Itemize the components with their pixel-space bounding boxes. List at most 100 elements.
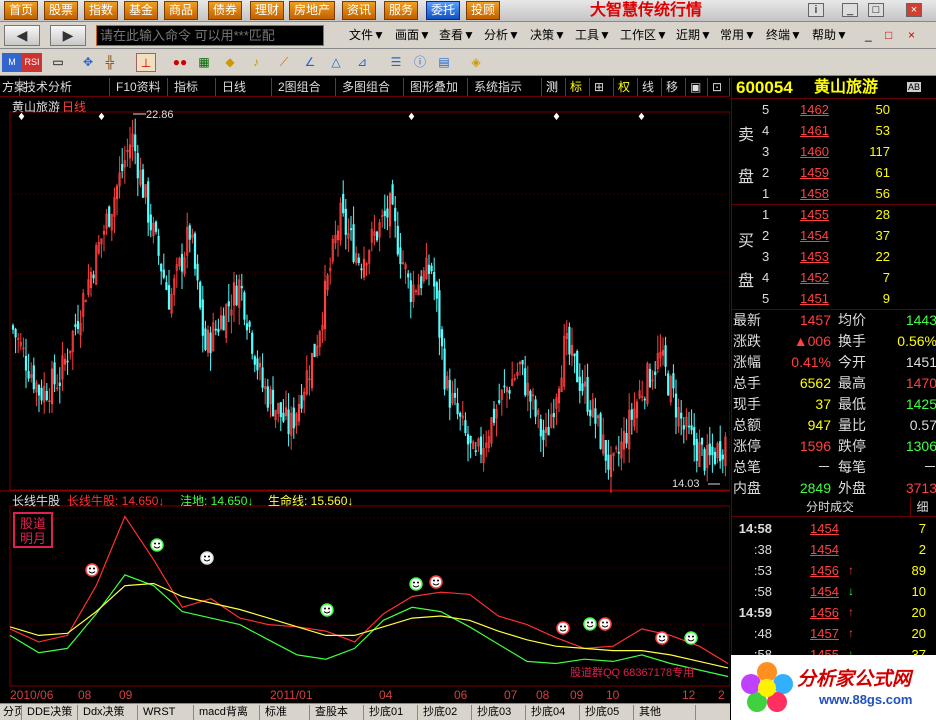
maximize-button[interactable]: □ <box>868 3 884 17</box>
inner-minimize-button[interactable]: _ <box>865 28 872 43</box>
stock-name: 黄山旅游 <box>814 79 879 96</box>
chart-icon[interactable]: ▤ <box>434 53 454 72</box>
tab-box[interactable]: ▣ <box>688 78 708 96</box>
toolbar-menu-item[interactable]: 工作区▼ <box>620 28 668 43</box>
order-book-row[interactable]: 2 1459 61 <box>732 162 932 183</box>
diamond-icon[interactable]: ◆ <box>220 53 240 72</box>
info-icon[interactable]: i <box>808 3 824 17</box>
bottom-tab[interactable]: 抄底02 <box>420 705 472 720</box>
toolbar-menu-item[interactable]: 终端▼ <box>766 28 802 43</box>
angle-icon[interactable]: ∠ <box>300 53 320 72</box>
list-icon[interactable]: ☰ <box>386 53 406 72</box>
grid-icon[interactable]: ▦ <box>194 53 214 72</box>
bottom-tab[interactable]: 分页 <box>0 705 22 720</box>
tab-system[interactable]: 系统指示 <box>472 78 542 96</box>
top-menu-button[interactable]: 理财 <box>250 1 285 20</box>
inner-close-button[interactable]: × <box>908 28 915 43</box>
bell-icon[interactable]: ♪ <box>246 53 266 72</box>
bottom-tab[interactable]: 抄底01 <box>366 705 418 720</box>
top-menu-button[interactable]: 服务 <box>384 1 419 20</box>
toolbar-menu-item[interactable]: 工具▼ <box>575 28 611 43</box>
tab-f10[interactable]: F10资料 <box>114 78 168 96</box>
tab-test[interactable]: 测 <box>544 78 566 96</box>
top-menu-button[interactable]: 股票 <box>44 1 79 20</box>
top-menu-button[interactable]: 委托 <box>426 1 461 20</box>
help-icon[interactable]: ◈ <box>466 53 486 72</box>
back-button[interactable]: ◀ <box>4 25 40 46</box>
top-menu-button[interactable]: 商品 <box>164 1 199 20</box>
smiley-eye <box>324 607 326 610</box>
order-book-row[interactable]: 5 1451 9 <box>732 288 932 309</box>
tab-daily[interactable]: 日线 <box>220 78 272 96</box>
tab-move[interactable]: 移 <box>664 78 686 96</box>
forward-button[interactable]: ▶ <box>50 25 86 46</box>
order-book-row[interactable]: 1 1455 28 <box>732 204 932 225</box>
inner-restore-button[interactable]: □ <box>885 28 892 43</box>
top-menu-button[interactable]: 指数 <box>84 1 119 20</box>
ab-badge: AB <box>907 82 922 92</box>
bottom-tab[interactable]: 抄底03 <box>474 705 526 720</box>
order-book-row[interactable]: 4 1461 53 <box>732 120 932 141</box>
tab-mark[interactable]: 标 <box>568 78 590 96</box>
candle-body <box>253 356 256 365</box>
bottom-tab[interactable]: DDE决策 <box>24 705 78 720</box>
bottom-tab[interactable]: macd背离 <box>196 705 260 720</box>
bottom-tab[interactable]: 标准 <box>262 705 310 720</box>
crosshair-icon[interactable]: ✥ <box>78 53 98 72</box>
bottom-tab[interactable]: 其他 <box>636 705 696 720</box>
candle-body <box>435 282 438 299</box>
kline-chart[interactable]: ♦ ♦ ♦ ♦ ♦ 黄山旅游 日线 22.86 14.03 长线牛股 长线牛股: 14.… <box>0 98 731 688</box>
toolbar-menu-item[interactable]: 文件▼ <box>349 28 385 43</box>
order-price: 1454 <box>800 228 829 243</box>
top-menu-button[interactable]: 首页 <box>4 1 39 20</box>
order-book-row[interactable]: 4 1452 7 <box>732 267 932 288</box>
toolbar-menu-item[interactable]: 画面▼ <box>395 28 431 43</box>
order-book-row[interactable]: 1 1458 56 <box>732 183 932 204</box>
tab-tech-analysis[interactable]: 技术分析 <box>22 78 110 96</box>
tab-grid[interactable]: ⊞ <box>592 78 614 96</box>
tab-rights[interactable]: 权 <box>616 78 638 96</box>
triangle-icon[interactable]: △ <box>326 53 346 72</box>
ruler-icon[interactable]: ⊿ <box>352 53 372 72</box>
top-menu-button[interactable]: 资讯 <box>342 1 377 20</box>
tab-line[interactable]: 线 <box>640 78 662 96</box>
tab-multi-chart[interactable]: 多图组合 <box>340 78 404 96</box>
order-book-row[interactable]: 3 1460 117 <box>732 141 932 162</box>
window-icon[interactable]: ▭ <box>48 53 68 72</box>
top-menu-button[interactable]: 投顾 <box>466 1 501 20</box>
command-input[interactable]: 请在此输入命令 可以用***匹配 <box>96 25 324 46</box>
top-menu-button[interactable]: 基金 <box>124 1 159 20</box>
top-menu-button[interactable]: 房地产 <box>289 1 336 20</box>
date-label: 12 <box>682 688 696 702</box>
toolbar-menu-item[interactable]: 查看▼ <box>439 28 475 43</box>
order-book-row[interactable]: 2 1454 37 <box>732 225 932 246</box>
tab-two-chart[interactable]: 2图组合 <box>276 78 336 96</box>
toolbar-menu-item[interactable]: 常用▼ <box>720 28 756 43</box>
info-box-icon[interactable]: ⓘ <box>410 53 430 72</box>
pin-icon[interactable]: ⊥ <box>136 53 156 72</box>
tab-overlay[interactable]: 图形叠加 <box>408 78 468 96</box>
toolbar-menu-item[interactable]: 帮助▼ <box>812 28 848 43</box>
tab-indicator[interactable]: 指标 <box>172 78 216 96</box>
bottom-tab[interactable]: 查股本 <box>312 705 364 720</box>
minimize-button[interactable]: _ <box>842 3 858 17</box>
toolbar-menu-item[interactable]: 近期▼ <box>676 28 712 43</box>
bottom-tab[interactable]: 抄底04 <box>528 705 580 720</box>
top-menu-button[interactable]: 债券 <box>208 1 243 20</box>
close-button[interactable]: × <box>906 3 922 17</box>
macd-icon[interactable]: M <box>2 53 22 72</box>
bottom-tab[interactable]: WRST <box>140 705 194 720</box>
toolbar-menu-item[interactable]: 分析▼ <box>484 28 520 43</box>
order-book-row[interactable]: 5 1462 50 <box>732 99 932 120</box>
dots-icon[interactable]: ●● <box>170 53 190 72</box>
order-book-row[interactable]: 3 1453 22 <box>732 246 932 267</box>
bottom-tab[interactable]: Ddx决策 <box>80 705 138 720</box>
tower-icon[interactable]: ╬ <box>100 53 120 72</box>
rsi-icon[interactable]: RSI <box>22 53 42 72</box>
tab-frame[interactable]: ⊡ <box>710 78 730 96</box>
draw-line-icon[interactable]: ⟋ <box>274 53 294 72</box>
tab-plan[interactable]: 方案 <box>0 78 26 96</box>
toolbar-menu-item[interactable]: 决策▼ <box>530 28 566 43</box>
bottom-tab[interactable]: 抄底05 <box>582 705 634 720</box>
trades-detail-button[interactable]: 细 <box>910 497 934 517</box>
